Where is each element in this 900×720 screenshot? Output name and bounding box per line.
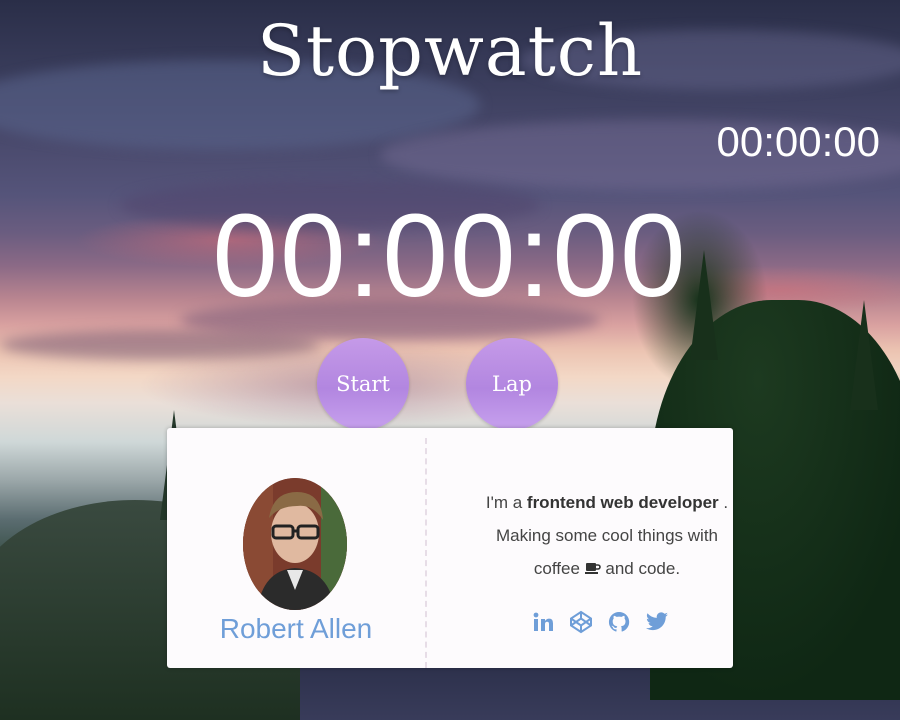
lap-time-display: 00:00:00 xyxy=(716,118,881,165)
coffee-icon xyxy=(584,553,601,586)
bio-text: . xyxy=(718,493,729,512)
bio-text: and code. xyxy=(600,559,681,578)
profile-card: Robert Allen I'm a frontend web develope… xyxy=(167,428,733,668)
bio-highlight: frontend web developer xyxy=(526,493,719,512)
background-cloud xyxy=(0,330,320,360)
start-button[interactable]: Start xyxy=(317,338,409,430)
main-time-display: 00:00:00 xyxy=(212,190,688,322)
profile-bio: I'm a frontend web developer . Making so… xyxy=(457,486,757,586)
avatar xyxy=(243,478,347,610)
card-divider xyxy=(425,438,427,668)
linkedin-icon[interactable] xyxy=(531,610,555,634)
profile-name: Robert Allen xyxy=(219,613,373,644)
bio-line-2: Making some cool things with xyxy=(495,526,719,545)
bio-text: coffee xyxy=(533,559,585,578)
social-links xyxy=(531,610,669,634)
page-title: Stopwatch xyxy=(256,10,644,92)
bio-text: I'm a xyxy=(485,493,527,512)
twitter-icon[interactable] xyxy=(645,610,669,634)
codepen-icon[interactable] xyxy=(569,610,593,634)
lap-button[interactable]: Lap xyxy=(466,338,558,430)
bio-line-1: I'm a frontend web developer . xyxy=(457,486,757,519)
github-icon[interactable] xyxy=(607,610,631,634)
bio-line-3: coffee and code. xyxy=(457,552,757,586)
